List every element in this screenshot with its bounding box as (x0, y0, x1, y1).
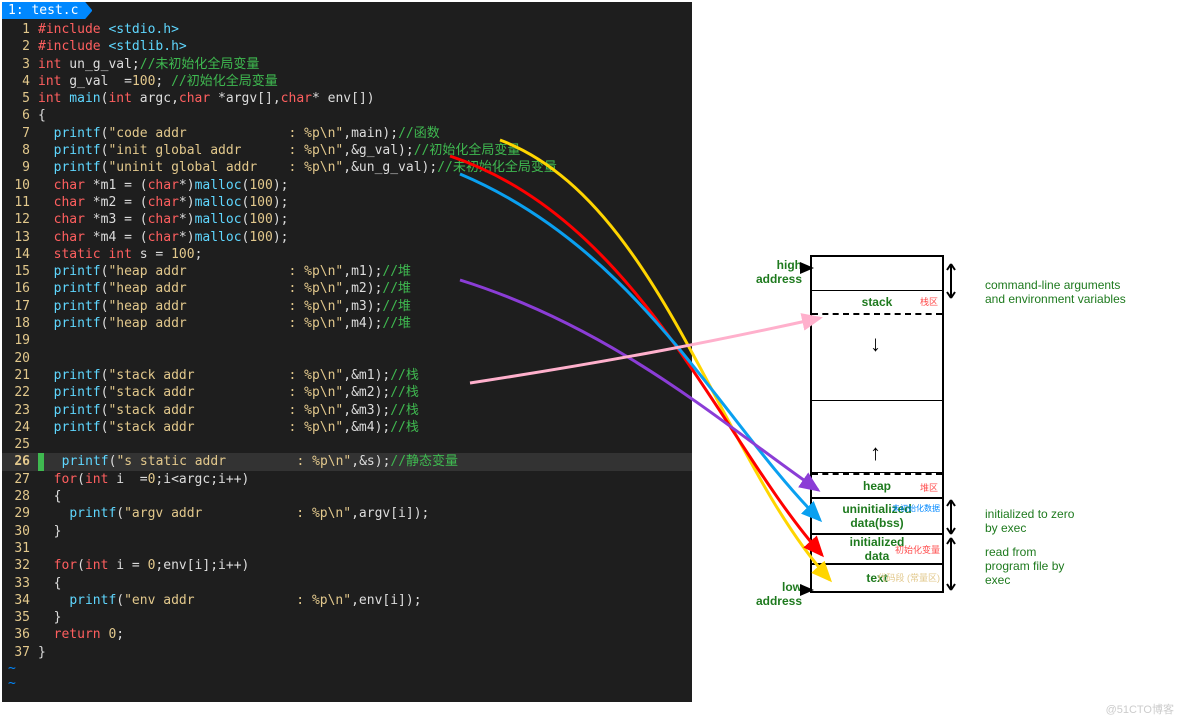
seg-bss-2: data(bss) (812, 516, 942, 530)
code-line: 34 printf("env addr : %p\n",env[i]); (2, 592, 692, 609)
note-bss: 未初始化数据 (892, 503, 940, 514)
code-line: 12 char *m3 = (char*)malloc(100); (2, 211, 692, 228)
code-line: 2#include <stdlib.h> (2, 38, 692, 55)
code-line: 37} (2, 644, 692, 661)
code-line: 26 printf("s static addr : %p\n",&s);//静… (2, 453, 692, 470)
label-high-address: high address (742, 258, 802, 286)
code-line: 3int un_g_val;//未初始化全局变量 (2, 56, 692, 73)
code-line: 25 (2, 436, 692, 453)
code-line: 24 printf("stack addr : %p\n",&m4);//栈 (2, 419, 692, 436)
code-line: 30 } (2, 523, 692, 540)
watermark: @51CTO博客 (1106, 701, 1174, 717)
code-line: 14 static int s = 100; (2, 246, 692, 263)
memory-layout-diagram: stack 栈区 ↓ ↑ heap 堆区 uninitialized data(… (810, 255, 944, 593)
code-line: 18 printf("heap addr : %p\n",m4);//堆 (2, 315, 692, 332)
tilde-line: ~ (2, 661, 692, 676)
desc-cli: command-line arguments and environment v… (985, 278, 1155, 306)
code-line: 21 printf("stack addr : %p\n",&m1);//栈 (2, 367, 692, 384)
code-line: 36 return 0; (2, 626, 692, 643)
code-line: 16 printf("heap addr : %p\n",m2);//堆 (2, 280, 692, 297)
code-line: 13 char *m4 = (char*)malloc(100); (2, 229, 692, 246)
code-line: 27 for(int i =0;i<argc;i++) (2, 471, 692, 488)
note-stack: 栈区 (920, 295, 938, 308)
code-line: 11 char *m2 = (char*)malloc(100); (2, 194, 692, 211)
code-editor: 1: test.c 1#include <stdio.h>2#include <… (2, 2, 692, 702)
code-line: 20 (2, 350, 692, 367)
code-line: 5int main(int argc,char *argv[],char* en… (2, 90, 692, 107)
code-line: 31 (2, 540, 692, 557)
code-line: 15 printf("heap addr : %p\n",m1);//堆 (2, 263, 692, 280)
code-line: 1#include <stdio.h> (2, 21, 692, 38)
code-line: 17 printf("heap addr : %p\n",m3);//堆 (2, 298, 692, 315)
code-line: 8 printf("init global addr : %p\n",&g_va… (2, 142, 692, 159)
note-text: 代码段 (常量区) (878, 571, 941, 584)
code-line: 7 printf("code addr : %p\n",main);//函数 (2, 125, 692, 142)
code-line: 33 { (2, 575, 692, 592)
code-area: 1#include <stdio.h>2#include <stdlib.h>3… (2, 19, 692, 661)
code-line: 22 printf("stack addr : %p\n",&m2);//栈 (2, 384, 692, 401)
code-line: 28 { (2, 488, 692, 505)
label-low-address: low address (742, 580, 802, 608)
code-line: 10 char *m1 = (char*)malloc(100); (2, 177, 692, 194)
code-line: 29 printf("argv addr : %p\n",argv[i]); (2, 505, 692, 522)
file-tab[interactable]: 1: test.c (2, 2, 92, 19)
desc-data: read from program file by exec (985, 545, 1155, 587)
code-line: 4int g_val =100; //初始化全局变量 (2, 73, 692, 90)
note-data: 初始化变量 (895, 543, 940, 556)
tilde-line: ~ (2, 676, 692, 691)
code-line: 23 printf("stack addr : %p\n",&m3);//栈 (2, 402, 692, 419)
desc-bss: initialized to zero by exec (985, 507, 1155, 535)
code-line: 35 } (2, 609, 692, 626)
code-line: 19 (2, 332, 692, 349)
code-line: 9 printf("uninit global addr : %p\n",&un… (2, 159, 692, 176)
code-line: 32 for(int i = 0;env[i];i++) (2, 557, 692, 574)
code-line: 6{ (2, 107, 692, 124)
note-heap: 堆区 (920, 481, 938, 494)
